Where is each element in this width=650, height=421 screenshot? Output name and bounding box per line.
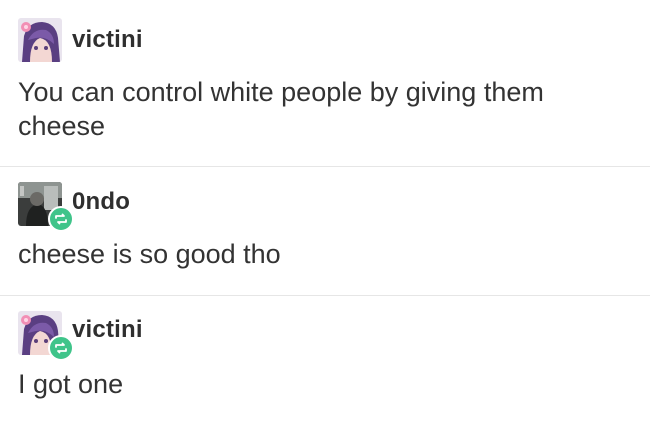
reblog-badge — [48, 335, 74, 361]
post-text: You can control white people by giving t… — [18, 77, 544, 141]
avatar[interactable] — [18, 311, 74, 361]
post: 0ndo cheese is so good tho — [0, 167, 650, 295]
reblog-icon — [55, 213, 67, 225]
reblog-badge — [48, 206, 74, 232]
post: victini I got one — [0, 296, 650, 421]
avatar[interactable] — [18, 182, 74, 232]
username[interactable]: 0ndo — [72, 188, 130, 216]
avatar[interactable] — [18, 18, 62, 62]
username[interactable]: victini — [72, 316, 143, 344]
post-text: cheese is so good tho — [18, 239, 281, 269]
reblog-icon — [55, 342, 67, 354]
username[interactable]: victini — [72, 26, 143, 54]
post: victini You can control white people by … — [0, 0, 650, 166]
anime-girl-avatar-icon — [18, 18, 62, 62]
post-text: I got one — [18, 369, 124, 399]
